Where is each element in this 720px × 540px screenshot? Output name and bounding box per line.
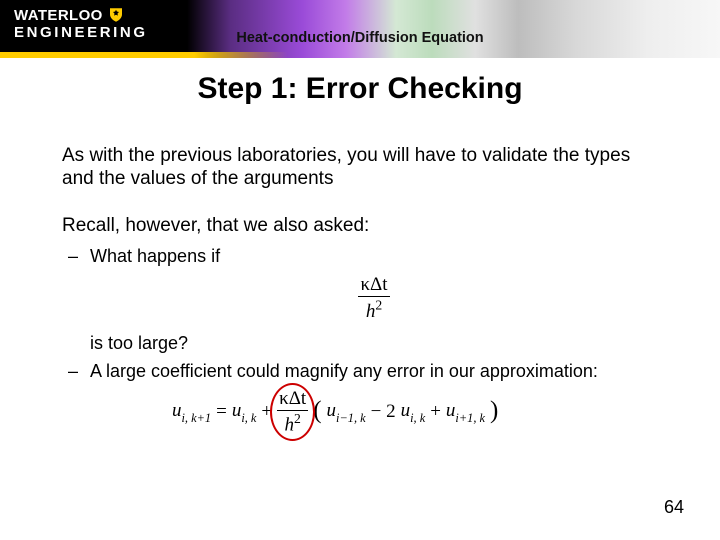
eq-rparen: ) xyxy=(490,396,498,427)
eq-equals: = xyxy=(216,400,227,423)
eq-rhs-term1: ui, k xyxy=(232,399,257,425)
eq-plus2: + xyxy=(430,400,441,423)
eq-inner-t1: ui−1, k xyxy=(327,399,366,425)
bullet-1-lead: What happens if xyxy=(90,246,220,266)
fraction-1: κΔt h2 xyxy=(90,275,658,322)
eq-minus2: − 2 xyxy=(371,400,396,423)
eq-inner-t2: ui, k xyxy=(401,399,426,425)
paragraph-1: As with the previous laboratories, you w… xyxy=(62,144,658,190)
eq-inner-t3: ui+1, k xyxy=(446,399,485,425)
equation: ui, k+1 = ui, k + κΔt h2 ( ui−1, k − 2 u… xyxy=(172,389,658,435)
slide-title: Step 1: Error Checking xyxy=(0,72,720,106)
paragraph-2: Recall, however, that we also asked: xyxy=(62,214,658,237)
logo-text-bottom: ENGINEERING xyxy=(14,25,148,40)
slide-body: As with the previous laboratories, you w… xyxy=(0,106,720,435)
slide-subject: Heat-conduction/Diffusion Equation xyxy=(236,30,483,46)
crest-icon xyxy=(107,6,125,24)
waterloo-logo: WATERLOO ENGINEERING xyxy=(14,6,148,40)
eq-fraction-highlighted: κΔt h2 xyxy=(277,389,308,435)
banner-accent xyxy=(0,52,720,58)
frac1-den: h2 xyxy=(366,301,382,322)
frac1-num: κΔt xyxy=(360,274,387,295)
slide-banner: WATERLOO ENGINEERING Heat-conduction/Dif… xyxy=(0,0,720,58)
logo-text-top: WATERLOO xyxy=(14,8,103,23)
bullet-list: What happens if κΔt h2 is too large? A l… xyxy=(62,246,658,383)
bullet-1: What happens if κΔt h2 is too large? xyxy=(90,246,658,355)
bullet-2: A large coefficient could magnify any er… xyxy=(90,361,658,383)
page-number: 64 xyxy=(664,497,684,518)
eq-lhs: ui, k+1 xyxy=(172,399,211,425)
bullet-1-tail: is too large? xyxy=(90,333,188,353)
